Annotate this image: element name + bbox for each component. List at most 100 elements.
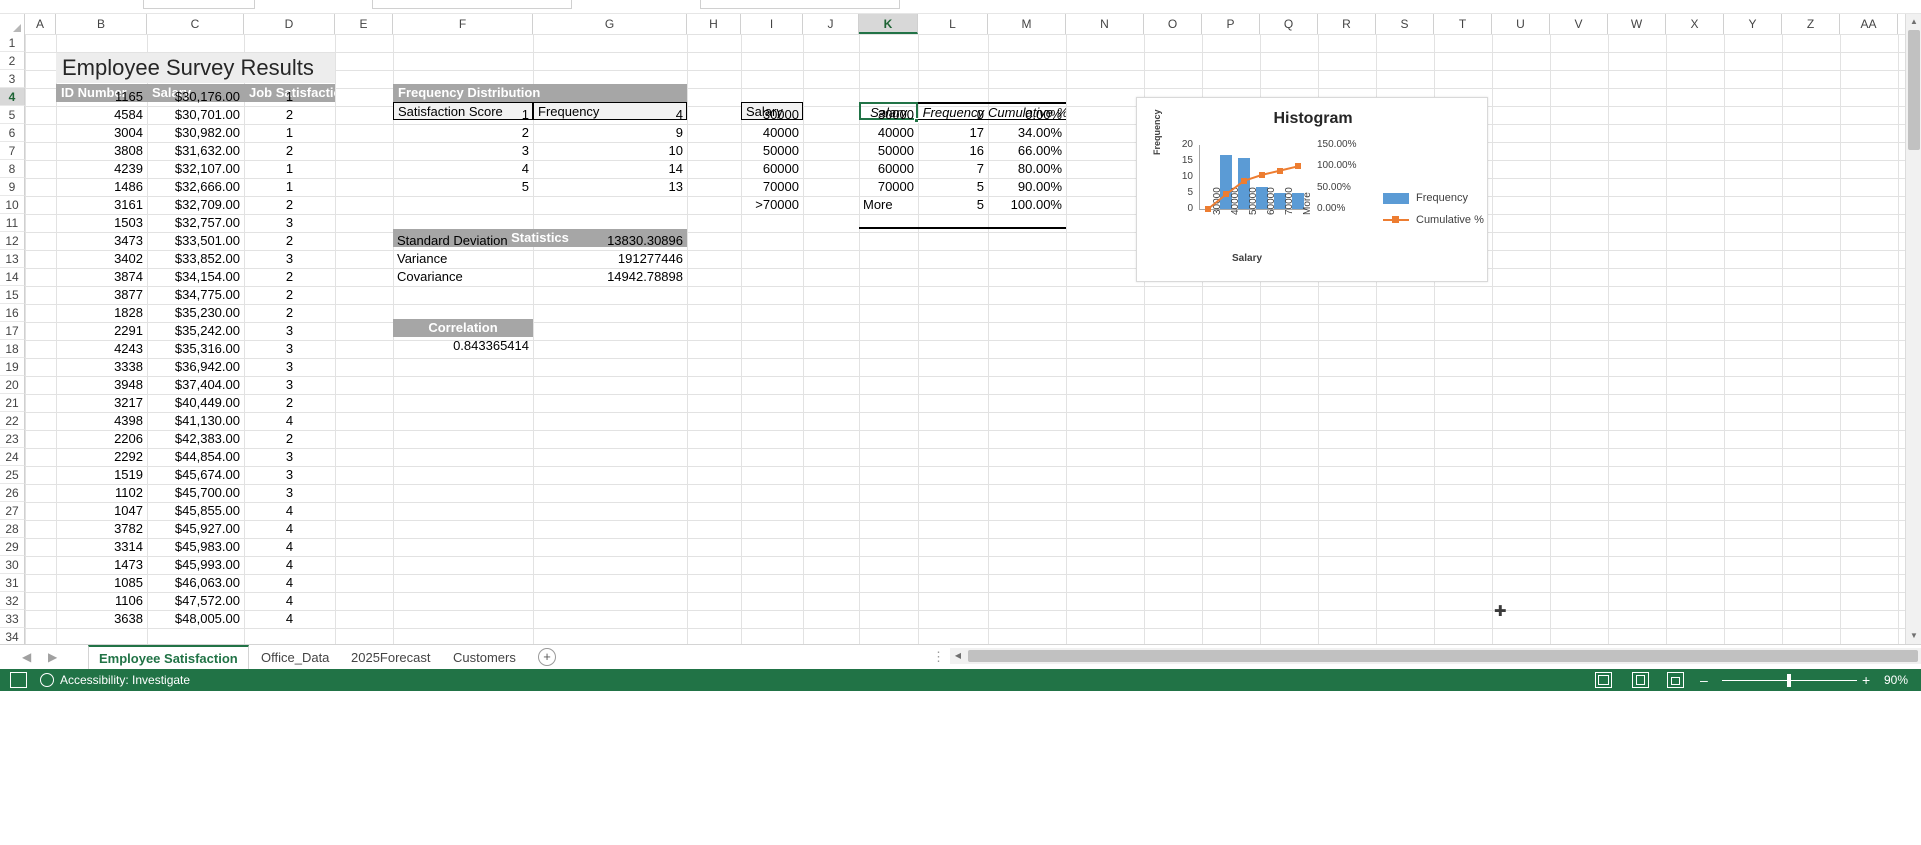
- cell-id-number[interactable]: 1106: [56, 592, 147, 610]
- cell-bin-value[interactable]: >70000: [741, 196, 803, 214]
- row-header-15[interactable]: 15: [0, 286, 25, 304]
- sheet-tab-customers[interactable]: Customers: [443, 645, 526, 670]
- cell-salary[interactable]: $35,316.00: [147, 340, 244, 358]
- cell-statistic-label[interactable]: Variance: [393, 250, 533, 268]
- cell-satisfaction-score[interactable]: 3: [393, 142, 533, 160]
- column-header-g[interactable]: G: [533, 14, 687, 34]
- column-header-i[interactable]: I: [741, 14, 803, 34]
- column-header-a[interactable]: A: [25, 14, 56, 34]
- cell-job-satisfaction[interactable]: 3: [244, 340, 335, 358]
- cell-job-satisfaction[interactable]: 3: [244, 250, 335, 268]
- cell-id-number[interactable]: 3874: [56, 268, 147, 286]
- cell-id-number[interactable]: 4584: [56, 106, 147, 124]
- cell-id-number[interactable]: 4398: [56, 412, 147, 430]
- cell-id-number[interactable]: 4239: [56, 160, 147, 178]
- row-header-32[interactable]: 32: [0, 592, 25, 610]
- cell-hist-cumulative[interactable]: 66.00%: [988, 142, 1066, 160]
- cell-salary[interactable]: $45,983.00: [147, 538, 244, 556]
- select-all-corner[interactable]: [0, 14, 25, 34]
- cell-statistic-value[interactable]: 13830.30896: [533, 232, 687, 250]
- sheet-tab-2025forecast[interactable]: 2025Forecast: [341, 645, 441, 670]
- row-header-10[interactable]: 10: [0, 196, 25, 214]
- sheet-tab-employee-satisfaction[interactable]: Employee Satisfaction: [88, 645, 249, 670]
- cell-id-number[interactable]: 1486: [56, 178, 147, 196]
- cell-id-number[interactable]: 1828: [56, 304, 147, 322]
- cell-id-number[interactable]: 3004: [56, 124, 147, 142]
- cell-frequency[interactable]: 4: [533, 106, 687, 124]
- column-header-d[interactable]: D: [244, 14, 335, 34]
- row-header-33[interactable]: 33: [0, 610, 25, 628]
- cell-frequency[interactable]: 9: [533, 124, 687, 142]
- cell-statistic-value[interactable]: 191277446: [533, 250, 687, 268]
- cell-satisfaction-score[interactable]: 5: [393, 178, 533, 196]
- cell-job-satisfaction[interactable]: 2: [244, 196, 335, 214]
- cell-hist-frequency[interactable]: 5: [918, 178, 988, 196]
- cell-job-satisfaction[interactable]: 4: [244, 502, 335, 520]
- cell-job-satisfaction[interactable]: 2: [244, 286, 335, 304]
- column-header-p[interactable]: P: [1202, 14, 1260, 34]
- cell-id-number[interactable]: 3402: [56, 250, 147, 268]
- cell-job-satisfaction[interactable]: 3: [244, 466, 335, 484]
- cell-id-number[interactable]: 3314: [56, 538, 147, 556]
- cell-hist-frequency[interactable]: 5: [918, 196, 988, 214]
- column-header-b[interactable]: B: [56, 14, 147, 34]
- cell-salary[interactable]: $48,005.00: [147, 610, 244, 628]
- cell-job-satisfaction[interactable]: 3: [244, 358, 335, 376]
- cell-job-satisfaction[interactable]: 2: [244, 268, 335, 286]
- hscroll-left-arrow-icon[interactable]: ◀: [950, 648, 966, 664]
- row-header-13[interactable]: 13: [0, 250, 25, 268]
- column-header-k[interactable]: K: [859, 14, 918, 34]
- column-header-e[interactable]: E: [335, 14, 393, 34]
- row-header-22[interactable]: 22: [0, 412, 25, 430]
- cell-hist-cumulative[interactable]: 90.00%: [988, 178, 1066, 196]
- cell-salary[interactable]: $31,632.00: [147, 142, 244, 160]
- column-header-v[interactable]: V: [1550, 14, 1608, 34]
- row-header-25[interactable]: 25: [0, 466, 25, 484]
- cell-hist-cumulative[interactable]: 34.00%: [988, 124, 1066, 142]
- cell-hist-salary[interactable]: 30000: [859, 106, 918, 124]
- column-header-l[interactable]: L: [918, 14, 988, 34]
- row-header-30[interactable]: 30: [0, 556, 25, 574]
- column-header-x[interactable]: X: [1666, 14, 1724, 34]
- column-header-o[interactable]: O: [1144, 14, 1202, 34]
- cell-hist-salary[interactable]: 40000: [859, 124, 918, 142]
- row-header-31[interactable]: 31: [0, 574, 25, 592]
- sheet-tab-office-data[interactable]: Office_Data: [251, 645, 339, 670]
- cell-salary[interactable]: $42,383.00: [147, 430, 244, 448]
- cell-salary[interactable]: $37,404.00: [147, 376, 244, 394]
- row-header-3[interactable]: 3: [0, 70, 25, 88]
- row-header-1[interactable]: 1: [0, 34, 25, 52]
- cell-salary[interactable]: $30,176.00: [147, 88, 244, 106]
- column-header-aa[interactable]: AA: [1840, 14, 1898, 34]
- cell-hist-frequency[interactable]: 16: [918, 142, 988, 160]
- row-header-9[interactable]: 9: [0, 178, 25, 196]
- cell-salary[interactable]: $33,852.00: [147, 250, 244, 268]
- scroll-down-arrow-icon[interactable]: ▼: [1906, 628, 1921, 644]
- column-header-c[interactable]: C: [147, 14, 244, 34]
- cell-id-number[interactable]: 3877: [56, 286, 147, 304]
- cell-frequency[interactable]: 10: [533, 142, 687, 160]
- cell-id-number[interactable]: 3948: [56, 376, 147, 394]
- cell-salary[interactable]: $32,107.00: [147, 160, 244, 178]
- vertical-scroll-thumb[interactable]: [1908, 30, 1920, 150]
- cell-id-number[interactable]: 1047: [56, 502, 147, 520]
- cell-job-satisfaction[interactable]: 1: [244, 178, 335, 196]
- column-header-u[interactable]: U: [1492, 14, 1550, 34]
- cell-job-satisfaction[interactable]: 3: [244, 376, 335, 394]
- row-header-2[interactable]: 2: [0, 52, 25, 70]
- cell-job-satisfaction[interactable]: 4: [244, 538, 335, 556]
- split-handle[interactable]: ⋮: [932, 649, 946, 665]
- row-header-16[interactable]: 16: [0, 304, 25, 322]
- cell-job-satisfaction[interactable]: 2: [244, 430, 335, 448]
- cell-id-number[interactable]: 1503: [56, 214, 147, 232]
- cell-frequency[interactable]: 13: [533, 178, 687, 196]
- row-header-7[interactable]: 7: [0, 142, 25, 160]
- cell-job-satisfaction[interactable]: 2: [244, 232, 335, 250]
- cell-frequency[interactable]: 14: [533, 160, 687, 178]
- cell-job-satisfaction[interactable]: 3: [244, 214, 335, 232]
- page-break-view-button[interactable]: [1667, 672, 1684, 688]
- cell-salary[interactable]: $45,993.00: [147, 556, 244, 574]
- cell-salary[interactable]: $35,242.00: [147, 322, 244, 340]
- cell-statistic-label[interactable]: Covariance: [393, 268, 533, 286]
- cell-job-satisfaction[interactable]: 1: [244, 124, 335, 142]
